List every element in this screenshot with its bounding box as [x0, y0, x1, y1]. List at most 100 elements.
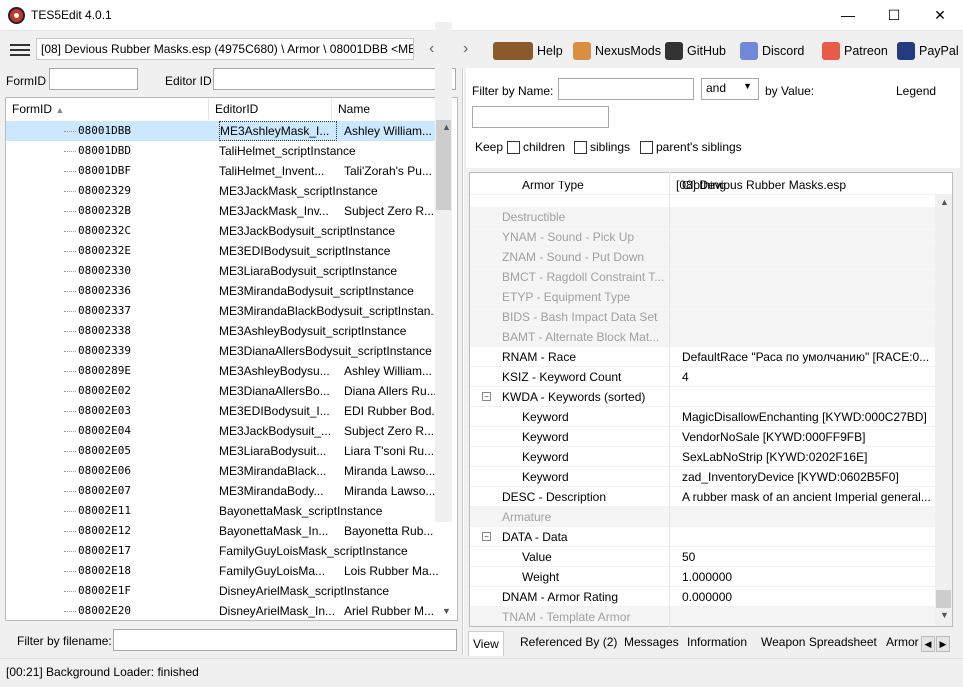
keep-siblings-checkbox[interactable]: siblings [574, 140, 630, 155]
record-view-panel[interactable]: Armor Type Clothing Destructible YNAM - Sou… [469, 172, 953, 627]
patreon-icon [822, 42, 840, 60]
scroll-up-icon[interactable]: ▲ [940, 197, 949, 207]
patreon-button[interactable]: Patreon [822, 40, 888, 62]
table-row[interactable]: 08002330 ME3LiaraBodysuit_scriptInstance [6, 261, 441, 281]
right-vertical-scrollbar[interactable] [935, 194, 952, 626]
left-vertical-scrollbar[interactable] [435, 22, 452, 522]
table-row[interactable]: 08002E12 BayonettaMask_In... Bayonetta Rub… [6, 521, 441, 541]
table-row[interactable]: 08002E04 ME3JackBodysuit_... Subject Zero … [6, 421, 441, 441]
record-row[interactable]: KSIZ - Keyword Count 4 [470, 367, 936, 387]
record-row[interactable]: RNAM - Race DefaultRace "Раса по умолчани… [470, 347, 936, 367]
table-row[interactable]: 08002E1F DisneyArielMask_scriptInstance [6, 581, 441, 601]
tab-information[interactable]: Information [683, 632, 751, 655]
scroll-down-icon[interactable]: ▼ [940, 610, 949, 620]
record-row[interactable]: Keyword VendorNoSale [KYWD:000FF9FB] [470, 427, 936, 447]
tab-referenced-by-2[interactable]: Referenced By (2) [516, 632, 621, 655]
scroll-down-icon[interactable]: ▼ [442, 606, 451, 616]
record-row[interactable]: Keyword SexLabNoStrip [KYWD:0202F16E] [470, 447, 936, 467]
tab-messages[interactable]: Messages [620, 632, 683, 655]
column-header-formid[interactable]: FormID ▲ [6, 98, 209, 120]
table-row[interactable]: 08002E07 ME3MirandaBody... Miranda Lawso..… [6, 481, 441, 501]
record-row[interactable]: DNAM - Armor Rating 0.000000 [470, 587, 936, 607]
editorid-input[interactable] [213, 68, 456, 90]
github-button[interactable]: GitHub [665, 40, 726, 62]
table-row[interactable]: 08002338 ME3AshleyBodysuit_scriptInstance [6, 321, 441, 341]
record-row[interactable]: BMCT - Ragdoll Constraint T... [470, 267, 936, 287]
legend-button[interactable]: Legend [896, 84, 936, 98]
table-row[interactable]: 08002E02 ME3DianaAllersBo... Diana Allers … [6, 381, 441, 401]
record-row[interactable]: ZNAM - Sound - Put Down [470, 247, 936, 267]
tab-scroll-left-icon[interactable]: ◀ [921, 636, 935, 652]
record-row[interactable]: Armature [470, 507, 936, 527]
column-header-editorid[interactable]: EditorID [209, 98, 332, 120]
table-row[interactable]: 08002E05 ME3LiaraBodysuit... Liara T'soni … [6, 441, 441, 461]
column-header-name[interactable]: Name [332, 98, 442, 120]
table-row[interactable]: 08001DBD TaliHelmet_scriptInstance [6, 141, 441, 161]
tab-view[interactable]: View [468, 631, 504, 656]
record-row[interactable]: BAMT - Alternate Block Mat... [470, 327, 936, 347]
record-row[interactable]: Destructible [470, 207, 936, 227]
record-row[interactable]: Value 50 [470, 547, 936, 567]
tree-connector [64, 391, 76, 392]
table-row[interactable]: 08002337 ME3MirandaBlackBodysuit_scriptIn… [6, 301, 441, 321]
collapse-icon[interactable]: − [482, 392, 491, 401]
row-formid: 0800232E [78, 244, 131, 257]
table-row[interactable]: 08002E17 FamilyGuyLoisMask_scriptInstance [6, 541, 441, 561]
filter-value-input[interactable] [472, 106, 609, 128]
filter-filename-input[interactable] [113, 629, 457, 651]
discord-button[interactable]: Discord [740, 40, 804, 62]
table-row[interactable]: 08002E18 FamilyGuyLoisMa... Lois Rubber Ma… [6, 561, 441, 581]
record-row[interactable]: TNAM - Template Armor [470, 607, 936, 626]
record-row[interactable]: − KWDA - Keywords (sorted) [470, 387, 936, 407]
close-button[interactable]: ✕ [917, 0, 963, 31]
tab-scroll-right-icon[interactable]: ▶ [936, 636, 950, 652]
minimize-button[interactable]: — [825, 0, 871, 31]
table-row[interactable]: 08001DBB ME3AshleyMask_I... Ashley William… [6, 121, 441, 141]
table-row[interactable]: 08002336 ME3MirandaBodysuit_scriptInstanc… [6, 281, 441, 301]
formid-input[interactable] [49, 68, 138, 90]
nexusmods-button[interactable]: NexusMods [573, 40, 661, 62]
table-row[interactable]: 08002E06 ME3MirandaBlack... Miranda Lawso.… [6, 461, 441, 481]
left-scroll-thumb[interactable] [436, 120, 451, 210]
table-row[interactable]: 08002329 ME3JackMask_scriptInstance [6, 181, 441, 201]
and-or-dropdown[interactable]: and ▼ [701, 78, 759, 100]
table-row[interactable]: 0800232B ME3JackMask_Inv... Subject Zero R… [6, 201, 441, 221]
record-row[interactable]: ETYP - Equipment Type [470, 287, 936, 307]
hamburger-menu-icon[interactable] [10, 44, 30, 56]
record-path-field[interactable]: [08] Devious Rubber Masks.esp (4975C680)… [36, 38, 414, 60]
panel-splitter[interactable] [462, 68, 464, 655]
record-tree-view[interactable]: FormID ▲ EditorID Name 08001DBB ME3Ashley… [5, 97, 458, 621]
record-row[interactable]: DESC - Description A rubber mask of an an… [470, 487, 936, 507]
record-row[interactable]: Keyword MagicDisallowEnchanting [KYWD:000… [470, 407, 936, 427]
record-row[interactable]: − DATA - Data [470, 527, 936, 547]
tab-weapon-spreadsheet[interactable]: Weapon Spreadsheet [757, 632, 881, 655]
tab-armor[interactable]: Armor [882, 632, 923, 655]
table-row[interactable]: 08002E11 BayonettaMask_scriptInstance [6, 501, 441, 521]
row-editorid: TaliHelmet_scriptInstance [219, 144, 356, 158]
row-editorid: ME3JackMask_scriptInstance [219, 184, 378, 198]
record-row[interactable]: YNAM - Sound - Pick Up [470, 227, 936, 247]
right-scroll-thumb[interactable] [936, 590, 951, 608]
paypal-button[interactable]: PayPal [897, 40, 959, 62]
maximize-button[interactable]: ☐ [871, 0, 917, 31]
back-arrow-icon[interactable]: ‹ [429, 40, 434, 58]
table-row[interactable]: 0800232E ME3EDIBodysuit_scriptInstance [6, 241, 441, 261]
record-row[interactable]: Weight 1.000000 [470, 567, 936, 587]
help-button[interactable]: Help [493, 40, 563, 62]
table-row[interactable]: 08002339 ME3DianaAllersBodysuit_scriptIns… [6, 341, 441, 361]
keep-parents-siblings-checkbox[interactable]: parent's siblings [640, 140, 742, 155]
scroll-up-icon[interactable]: ▲ [442, 122, 451, 132]
keep-children-checkbox[interactable]: children [507, 140, 565, 155]
table-row[interactable]: 08002E20 DisneyArielMask_In... Ariel Rubbe… [6, 601, 441, 620]
table-row[interactable]: 08002E03 ME3EDIBodysuit_I... EDI Rubber Bo… [6, 401, 441, 421]
table-row[interactable]: 08001DBF TaliHelmet_Invent... Tali'Zorah's… [6, 161, 441, 181]
table-row[interactable]: 0800289E ME3AshleyBodysu... Ashley William… [6, 361, 441, 381]
row-name: Miranda Lawso... [344, 464, 436, 478]
record-field-name: BIDS - Bash Impact Data Set [502, 310, 658, 324]
filter-name-input[interactable] [558, 78, 694, 100]
record-row[interactable]: Keyword zad_InventoryDevice [KYWD:0602B5F… [470, 467, 936, 487]
table-row[interactable]: 0800232C ME3JackBodysuit_scriptInstance [6, 221, 441, 241]
record-row[interactable]: BIDS - Bash Impact Data Set [470, 307, 936, 327]
collapse-icon[interactable]: − [482, 532, 491, 541]
forward-arrow-icon[interactable]: › [463, 40, 468, 58]
